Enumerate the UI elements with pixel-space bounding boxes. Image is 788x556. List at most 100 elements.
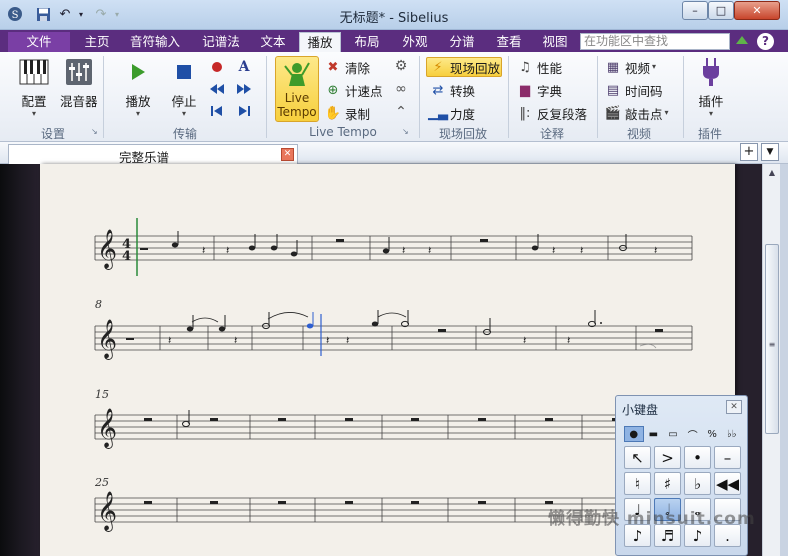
velocity-button[interactable]: ▁▃ 力度 — [428, 103, 475, 123]
timecode-icon: ▤ — [606, 82, 620, 98]
select-key[interactable]: ↖ — [624, 446, 651, 469]
clear-label: 清除 — [345, 60, 371, 76]
config-label: 配置 — [21, 94, 47, 109]
clear-live-tempo-button[interactable]: ✖ 清除 — [324, 57, 370, 77]
mixer-button[interactable]: 混音器 — [60, 56, 98, 110]
scroll-grip-icon: ≡ — [768, 340, 776, 349]
bar-number-25: 25 — [94, 476, 109, 489]
flat-key[interactable]: ♭ — [684, 472, 711, 495]
dictionary-button[interactable]: ▆ 字典 — [516, 80, 562, 100]
svg-text:𝄽: 𝄽 — [428, 244, 431, 257]
tab-view[interactable]: 视图 — [536, 32, 574, 52]
tempo-curve-icon[interactable]: ⌃ — [391, 103, 411, 121]
transform-button[interactable]: ⇄ 转换 — [429, 80, 475, 100]
treble-clef-icon: 𝄞 — [97, 408, 117, 449]
repeats-label: 反复段落 — [537, 106, 588, 122]
repeats-button[interactable]: ‖: 反复段落 — [516, 103, 587, 123]
accidentals-tab[interactable]: ♭♭ — [722, 426, 742, 442]
move-to-end-icon[interactable] — [234, 102, 254, 120]
record-live-tempo-button[interactable]: ✋ 录制 — [324, 103, 370, 123]
title-bar: S ↶ ▾ ↷ ▾ 无标题* - Sibelius – □ ✕ — [0, 0, 788, 30]
live-playback-button[interactable]: ⚡ 现场回放 — [429, 57, 500, 77]
staff-system-2 — [94, 325, 693, 351]
tenuto-key[interactable]: – — [714, 446, 741, 469]
close-tab-icon[interactable]: ✕ — [281, 148, 294, 161]
chevron-down-icon: ▾ — [135, 109, 140, 118]
mixer-label: 混音器 — [60, 94, 98, 109]
tab-play[interactable]: 播放 — [299, 32, 341, 52]
performance-label: 性能 — [537, 60, 563, 76]
natural-key[interactable]: ♮ — [624, 472, 651, 495]
window-title: 无标题* - Sibelius — [339, 11, 449, 26]
scroll-thumb[interactable] — [765, 244, 779, 434]
tab-notations[interactable]: 记谱法 — [196, 32, 246, 52]
more-notes-tab[interactable]: ▬ — [644, 426, 664, 442]
beams-tremolos-tab[interactable]: ▭ — [663, 426, 683, 442]
svg-text:𝄽: 𝄽 — [552, 244, 555, 257]
vertical-scrollbar[interactable]: ▲ ≡ — [762, 164, 780, 556]
plugins-button[interactable]: 插件 ▾ — [695, 56, 727, 118]
timecode-label: 时间码 — [625, 83, 663, 99]
tab-full-score[interactable]: 完整乐谱 ✕ — [8, 144, 298, 165]
system-4-notes — [144, 501, 553, 504]
tab-home[interactable]: 主页 — [78, 32, 116, 52]
config-button[interactable]: 配置 ▾ — [18, 56, 50, 118]
document-tab-bar: 完整乐谱 ✕ + ▼ — [0, 142, 788, 165]
tab-parts[interactable]: 分谱 — [443, 32, 481, 52]
group-divider — [683, 56, 684, 138]
tab-text[interactable]: 文本 — [254, 32, 292, 52]
rewind-icon[interactable] — [207, 80, 227, 98]
help-icon[interactable]: ? — [757, 33, 774, 50]
fast-forward-icon[interactable] — [234, 80, 254, 98]
record-icon[interactable] — [207, 58, 227, 76]
video-button[interactable]: ▦ 视频 ▾ — [604, 57, 656, 77]
articulations-tab[interactable]: ⌒ — [683, 426, 703, 442]
jazz-articulations-tab[interactable]: % — [702, 426, 722, 442]
ribbon-search-input[interactable]: 在功能区中查找 — [580, 33, 730, 50]
time-sig-bottom: 4 — [122, 249, 131, 264]
keypad-close-button[interactable]: ✕ — [726, 400, 742, 414]
performance-button[interactable]: ♫ 性能 — [516, 57, 562, 77]
ribbon-play-panel: 配置 ▾ 混音器 设置 ↘ 播放 ▾ 停止 ▾ A 传输 Live Tempo … — [0, 52, 788, 142]
tab-layout[interactable]: 布局 — [348, 32, 386, 52]
settings-gear-icon[interactable]: ⚙ — [391, 57, 411, 75]
setup-dialog-launcher-icon[interactable]: ↘ — [91, 127, 98, 136]
live-tempo-button[interactable]: Live Tempo — [275, 56, 319, 122]
rewind-key[interactable]: ◀◀ — [714, 472, 741, 495]
scroll-up-icon[interactable]: ▲ — [766, 168, 778, 178]
loop-icon[interactable]: ∞ — [391, 80, 411, 98]
tab-menu-button[interactable]: ▼ — [761, 143, 779, 161]
count-in-button[interactable]: ⊕ 计速点 — [324, 80, 383, 100]
group-live-tempo-label: Live Tempo — [309, 125, 377, 139]
move-to-start-icon[interactable] — [207, 102, 227, 120]
conductor-icon — [283, 60, 311, 91]
accent-key[interactable]: > — [654, 446, 681, 469]
chevron-down-icon: ▾ — [31, 109, 36, 118]
minimize-ribbon-icon[interactable] — [736, 36, 748, 44]
common-notes-tab[interactable]: ● — [624, 426, 644, 442]
stop-button[interactable]: 停止 ▾ — [168, 56, 200, 118]
timecode-button[interactable]: ▤ 时间码 — [604, 80, 663, 100]
chevron-down-icon: ▾ — [181, 109, 186, 118]
staccato-key[interactable]: • — [684, 446, 711, 469]
group-divider — [266, 56, 267, 138]
treble-clef-icon: 𝄞 — [97, 491, 117, 532]
add-tab-button[interactable]: + — [740, 143, 758, 161]
tab-note-input[interactable]: 音符输入 — [124, 32, 186, 52]
minimize-button[interactable]: – — [682, 1, 708, 20]
keypad-title: 小键盘 — [622, 403, 659, 417]
group-interpretation-label: 诠释 — [539, 127, 564, 141]
velocity-bars-icon: ▁▃ — [428, 105, 448, 121]
maximize-button[interactable]: □ — [708, 1, 734, 20]
tab-review[interactable]: 查看 — [490, 32, 528, 52]
hit-points-button[interactable]: 🎬 敲击点 ▾ — [604, 103, 669, 123]
play-button[interactable]: 播放 ▾ — [122, 56, 154, 118]
move-playback-line-icon[interactable]: A — [234, 58, 254, 76]
keypad-panel[interactable]: 小键盘 ✕ ● ▬ ▭ ⌒% ♭♭ ↖ > • – ♮ ♯ ♭ ◀◀ ♩ 𝅗𝅥 𝅝 ♪ ♬ ♪. — [615, 395, 748, 556]
tab-appearance[interactable]: 外观 — [396, 32, 434, 52]
tab-file[interactable]: 文件 — [8, 32, 70, 52]
group-divider — [419, 56, 420, 138]
live-tempo-dialog-launcher-icon[interactable]: ↘ — [402, 127, 409, 136]
close-button[interactable]: ✕ — [734, 1, 780, 20]
sharp-key[interactable]: ♯ — [654, 472, 681, 495]
